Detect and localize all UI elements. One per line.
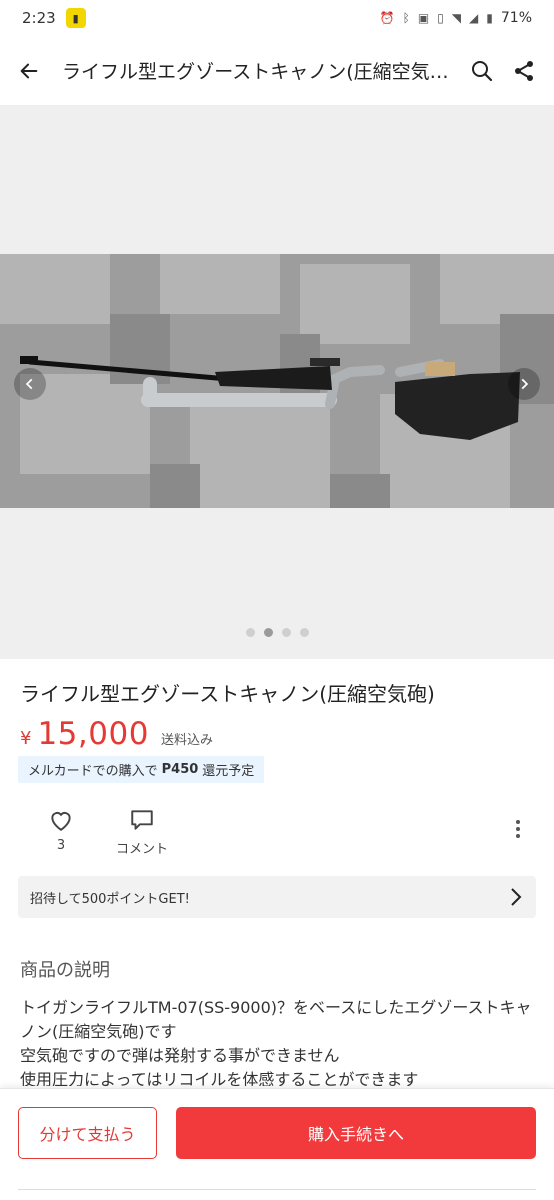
description-line: 空気砲ですので弾は発射する事ができません <box>20 1046 340 1065</box>
points-suffix: 還元予定 <box>202 764 255 779</box>
pagination-dot[interactable] <box>263 628 273 637</box>
gallery-next-button[interactable] <box>508 368 540 400</box>
description-text: トイガンライフルTM-07(SS-9000)？をベースにしたエグゾーストキャノン… <box>20 996 536 1086</box>
points-prefix: メルカードでの購入で <box>28 764 158 779</box>
battery-icon: ▮ <box>486 11 493 25</box>
chevron-right-icon <box>511 888 522 906</box>
nfc-icon: ▣ <box>417 11 430 25</box>
status-icons: ⏰ ᛒ ▣ ▯ ◥ ◢ ▮ 71% <box>380 10 532 26</box>
search-button[interactable] <box>466 55 498 87</box>
price-currency: ¥ <box>20 728 32 749</box>
chevron-left-icon <box>25 378 33 390</box>
invite-label: 招待して500ポイントGET! <box>30 891 190 907</box>
points-amount: P450 <box>161 762 199 777</box>
signal-icon: ◢ <box>469 11 479 25</box>
product-image-gallery[interactable] <box>0 106 554 659</box>
description-heading: 商品の説明 <box>20 960 110 981</box>
status-bar: 2:23 ▮ ⏰ ᛒ ▣ ▯ ◥ ◢ ▮ 71% <box>0 0 554 36</box>
comment-icon <box>131 810 153 830</box>
home-indicator <box>0 1189 554 1200</box>
search-icon <box>472 60 493 81</box>
product-photo[interactable] <box>0 254 554 508</box>
rifle-photo-illustration <box>0 254 554 508</box>
comment-button[interactable]: コメント <box>116 808 168 857</box>
app-header: ライフル型エグゾーストキャノン(圧縮空気… <box>0 36 554 106</box>
split-payment-button[interactable]: 分けて支払う <box>18 1107 157 1159</box>
share-icon <box>515 60 533 81</box>
heart-icon <box>51 812 71 831</box>
like-count: 3 <box>56 838 66 853</box>
alarm-icon: ⏰ <box>379 11 395 25</box>
bottom-action-bar: 分けて支払う 購入手続きへ <box>0 1088 554 1200</box>
bluetooth-icon: ᛒ <box>402 11 410 25</box>
comment-label: コメント <box>116 842 169 857</box>
back-button[interactable] <box>14 56 44 86</box>
description-line: 使用圧力によってはリコイルを体感することができます <box>20 1070 419 1086</box>
more-options-button[interactable] <box>508 814 528 844</box>
page-title: ライフル型エグゾーストキャノン(圧縮空気… <box>62 61 449 83</box>
gallery-pagination <box>0 628 554 637</box>
purchase-button[interactable]: 購入手続きへ <box>176 1107 536 1159</box>
pagination-dot[interactable] <box>245 628 255 637</box>
app-notification-icon: ▮ <box>65 8 86 28</box>
vibrate-icon: ▯ <box>437 11 444 25</box>
price-row: ¥ 15,000 送料込み <box>20 716 213 752</box>
like-button[interactable]: 3 <box>48 808 74 853</box>
wifi-icon: ◥ <box>451 11 462 25</box>
pagination-dot[interactable] <box>299 628 309 637</box>
more-dot <box>516 820 520 824</box>
status-time: 2:23 <box>22 9 56 27</box>
points-banner: メルカードでの購入で P450 還元予定 <box>18 756 265 783</box>
description-line: トイガンライフルTM-07(SS-9000)？をベースにしたエグゾーストキャノン… <box>20 998 532 1041</box>
share-button[interactable] <box>508 55 540 87</box>
back-arrow-icon <box>20 63 38 78</box>
gallery-prev-button[interactable] <box>14 368 46 400</box>
product-title: ライフル型エグゾーストキャノン(圧縮空気砲) <box>20 682 435 706</box>
chevron-right-icon <box>521 378 529 390</box>
more-dot <box>516 827 520 831</box>
pagination-dot[interactable] <box>281 628 291 637</box>
battery-percent: 71% <box>500 10 532 26</box>
action-row: 3 コメント <box>0 806 554 862</box>
invite-banner[interactable]: 招待して500ポイントGET! <box>18 876 536 918</box>
price-value: 15,000 <box>37 716 149 752</box>
more-dot <box>516 834 520 838</box>
shipping-label: 送料込み <box>160 733 213 748</box>
